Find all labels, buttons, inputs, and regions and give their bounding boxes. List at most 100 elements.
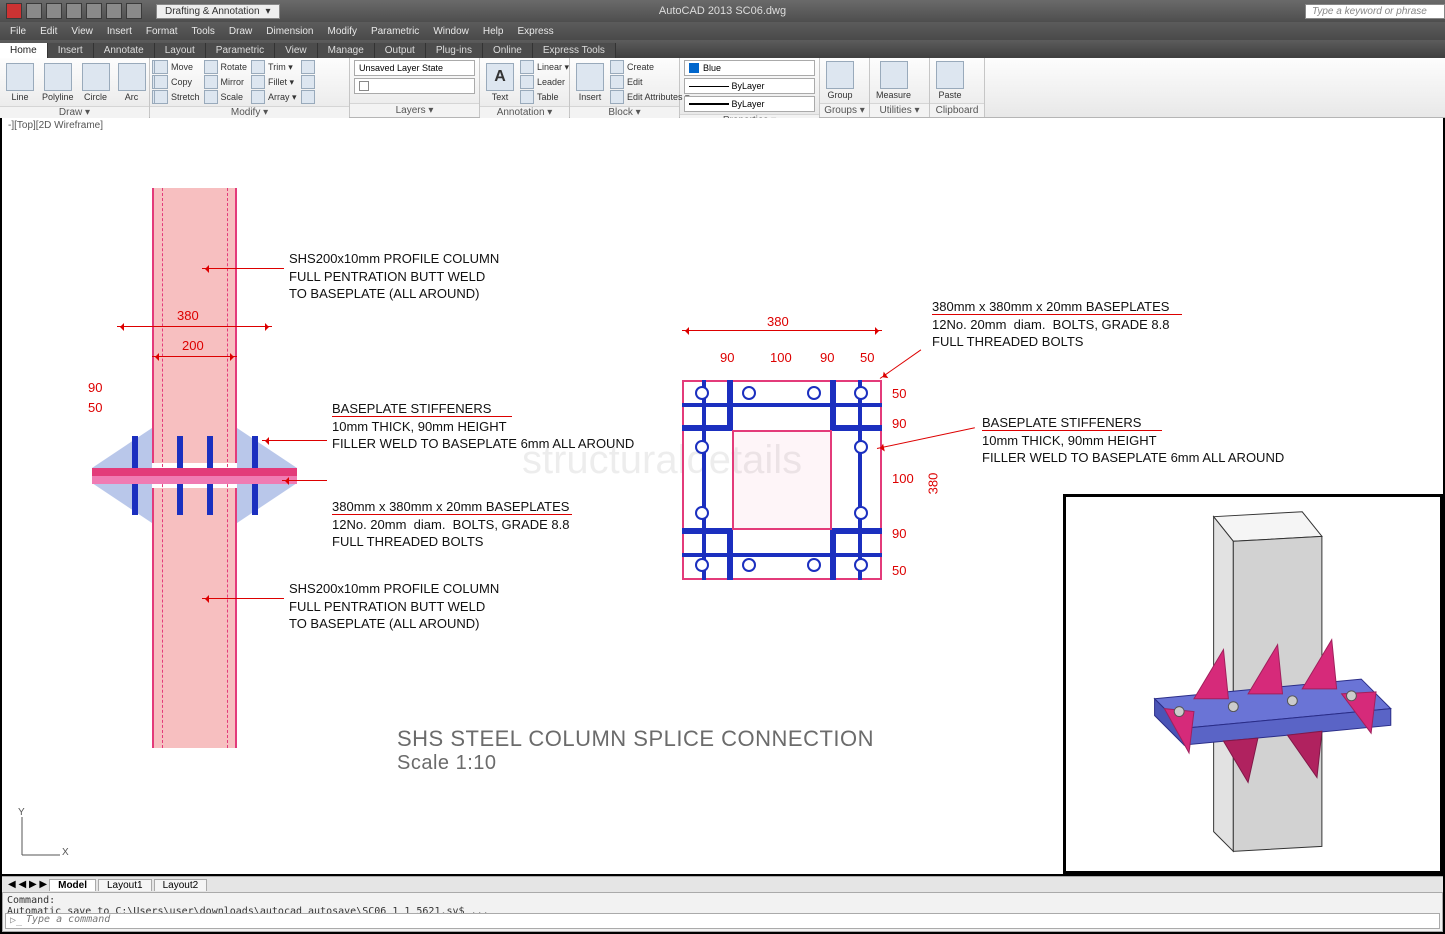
panel-layers-title[interactable]: Layers ▾	[350, 103, 479, 117]
redo-icon[interactable]	[106, 3, 122, 19]
measure-button[interactable]: Measure	[874, 61, 913, 100]
lineweight-icon	[689, 103, 729, 105]
table-button[interactable]: Table	[520, 90, 569, 104]
menu-help[interactable]: Help	[483, 26, 504, 37]
layout-nav-icon[interactable]: ◀ ◀ ▶ ▶	[8, 879, 47, 890]
group-button[interactable]: Group	[824, 61, 856, 100]
open-icon[interactable]	[46, 3, 62, 19]
rotate-label: Rotate	[221, 62, 248, 72]
leader-button[interactable]: Leader	[520, 75, 569, 89]
tab-parametric[interactable]: Parametric	[206, 43, 275, 58]
menu-window[interactable]: Window	[433, 26, 469, 37]
scale-button[interactable]: Scale	[204, 90, 248, 104]
edit-attributes-button[interactable]: Edit Attributes ▾	[610, 90, 690, 104]
menu-draw[interactable]: Draw	[229, 26, 252, 37]
stiff-plan	[682, 403, 882, 407]
block-create-button[interactable]: Create	[610, 60, 690, 74]
drawing-canvas[interactable]: -][Top][2D Wireframe] structuraldetails …	[2, 118, 1443, 874]
trim-button[interactable]: Trim ▾	[251, 60, 297, 74]
block-edit-button[interactable]: Edit	[610, 75, 690, 89]
title-bar: Drafting & Annotation ▾ AutoCAD 2013 SC0…	[0, 0, 1445, 22]
dim-380: 380	[177, 308, 199, 323]
fillet-button[interactable]: Fillet ▾	[251, 75, 297, 89]
help-search-input[interactable]: Type a keyword or phrase	[1305, 4, 1445, 19]
insert-button[interactable]: Insert	[574, 63, 606, 102]
attr-icon	[610, 90, 624, 104]
bolt	[695, 440, 709, 454]
copy-button[interactable]: Copy	[154, 75, 200, 89]
viewport-label[interactable]: -][Top][2D Wireframe]	[8, 120, 103, 131]
tab-home[interactable]: Home	[0, 43, 48, 58]
bolt	[854, 386, 868, 400]
tab-annotate[interactable]: Annotate	[94, 43, 155, 58]
move-button[interactable]: Move	[154, 60, 200, 74]
linear-dim-button[interactable]: Linear ▾	[520, 60, 569, 74]
line-button[interactable]: Line	[4, 63, 36, 102]
layout-tab-layout1[interactable]: Layout1	[98, 879, 152, 891]
layout-tab-model[interactable]: Model	[49, 879, 96, 891]
menu-parametric[interactable]: Parametric	[371, 26, 419, 37]
offset-icon[interactable]	[301, 90, 315, 104]
color-dropdown[interactable]: Blue	[684, 60, 815, 76]
lineweight-dropdown[interactable]: ByLayer	[684, 96, 815, 112]
stretch-label: Stretch	[171, 92, 200, 102]
menu-view[interactable]: View	[71, 26, 93, 37]
erase-icon[interactable]	[301, 60, 315, 74]
plot-icon[interactable]	[126, 3, 142, 19]
tab-express-tools[interactable]: Express Tools	[533, 43, 616, 58]
app-menu-icon[interactable]	[6, 3, 22, 19]
panel-groups: Group Groups ▾	[820, 58, 870, 117]
menu-tools[interactable]: Tools	[192, 26, 215, 37]
menu-insert[interactable]: Insert	[107, 26, 132, 37]
tab-online[interactable]: Online	[483, 43, 533, 58]
layer-dropdown[interactable]	[354, 78, 475, 94]
menu-file[interactable]: File	[10, 26, 26, 37]
new-icon[interactable]	[26, 3, 42, 19]
tab-layout[interactable]: Layout	[155, 43, 206, 58]
panel-annotation-title[interactable]: Annotation ▾	[480, 106, 569, 118]
panel-modify-title[interactable]: Modify ▾	[150, 106, 349, 118]
polyline-button[interactable]: Polyline	[40, 63, 76, 102]
linetype-dropdown[interactable]: ByLayer	[684, 78, 815, 94]
mirror-button[interactable]: Mirror	[204, 75, 248, 89]
layer-state-dropdown[interactable]: Unsaved Layer State	[354, 60, 475, 76]
polyline-icon	[44, 63, 72, 91]
note-baseplates-elev: 380mm x 380mm x 20mm BASEPLATES 12No. 20…	[332, 498, 569, 551]
leader	[262, 440, 327, 441]
tab-output[interactable]: Output	[375, 43, 426, 58]
text-button[interactable]: AText	[484, 63, 516, 102]
tab-view[interactable]: View	[275, 43, 318, 58]
panel-block-title[interactable]: Block ▾	[570, 106, 679, 118]
command-input[interactable]: ▷_ Type a command	[5, 913, 1440, 929]
tab-manage[interactable]: Manage	[318, 43, 375, 58]
save-icon[interactable]	[66, 3, 82, 19]
leader	[880, 349, 922, 378]
menu-edit[interactable]: Edit	[40, 26, 57, 37]
arc-button[interactable]: Arc	[116, 63, 148, 102]
circle-button[interactable]: Circle	[80, 63, 112, 102]
rotate-icon	[204, 60, 218, 74]
menu-express[interactable]: Express	[517, 26, 553, 37]
explode-icon[interactable]	[301, 75, 315, 89]
panel-draw-title[interactable]: Draw ▾	[0, 106, 149, 118]
undo-icon[interactable]	[86, 3, 102, 19]
quick-access-toolbar	[0, 3, 148, 19]
menu-format[interactable]: Format	[146, 26, 178, 37]
layout-tab-layout2[interactable]: Layout2	[154, 879, 208, 891]
tab-insert[interactable]: Insert	[48, 43, 94, 58]
menu-dimension[interactable]: Dimension	[266, 26, 313, 37]
stretch-button[interactable]: Stretch	[154, 90, 200, 104]
dim-100-v: 100	[892, 471, 914, 486]
menu-modify[interactable]: Modify	[328, 26, 357, 37]
panel-layers: Unsaved Layer State Layers ▾	[350, 58, 480, 117]
tab-plugins[interactable]: Plug-ins	[426, 43, 483, 58]
paste-button[interactable]: Paste	[934, 61, 966, 100]
panel-groups-title[interactable]: Groups ▾	[820, 103, 869, 117]
text-label: Text	[492, 92, 509, 102]
workspace-dropdown[interactable]: Drafting & Annotation ▾	[156, 4, 280, 19]
array-button[interactable]: Array ▾	[251, 90, 297, 104]
bolt	[854, 558, 868, 572]
group-label: Group	[827, 90, 852, 100]
rotate-button[interactable]: Rotate	[204, 60, 248, 74]
panel-utilities-title[interactable]: Utilities ▾	[870, 103, 929, 117]
